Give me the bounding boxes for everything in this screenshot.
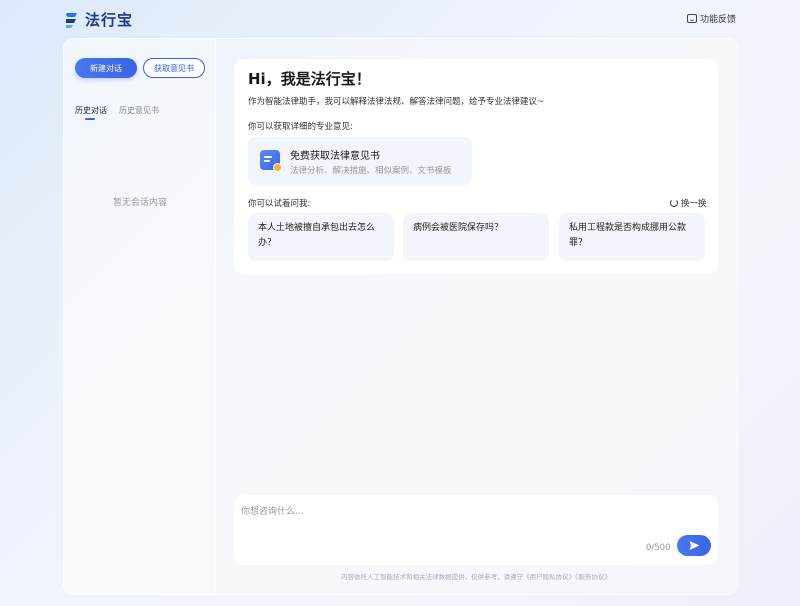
sidebar [64, 39, 216, 594]
welcome-title: Hi，我是法行宝！ [248, 70, 371, 88]
opinion-card-title: 免费获取法律意见书 [290, 151, 380, 162]
refresh-label: 换一换 [681, 199, 707, 209]
brand-name: 法行宝 [85, 11, 134, 29]
char-counter: 0/500 [646, 543, 671, 553]
opinion-prompt: 你可以获取详细的专业意见: [248, 122, 353, 132]
ask-prompt: 你可以试着问我: [248, 199, 311, 209]
send-button[interactable] [677, 535, 711, 556]
get-opinion-button[interactable]: 获取意见书 [143, 58, 205, 78]
send-icon [689, 541, 700, 550]
smile-chat-icon [686, 14, 697, 23]
empty-state-text: 暂无会话内容 [112, 198, 167, 208]
top-bar: 法行宝 功能反馈 [0, 0, 800, 38]
opinion-card-subtitle: 法律分析、解决措施、相似案例、文书模板 [290, 166, 452, 176]
suggested-question[interactable]: 本人土地被擅自承包出去怎么办？ [248, 213, 394, 261]
disclaimer-text: 内容依托人工智能技术和相关法律数据提供，仅供参考，请遵守《用户隐私协议》《服务协… [341, 573, 611, 581]
new-chat-button[interactable]: 新建对话 [75, 58, 137, 78]
refresh-icon [670, 199, 678, 207]
active-tab-indicator [85, 118, 95, 120]
suggested-question[interactable]: 病例会被医院保存吗？ [403, 213, 549, 261]
tab-history-opinions[interactable]: 历史意见书 [119, 105, 159, 116]
brand-logo[interactable]: 法行宝 [64, 9, 133, 30]
refresh-questions-button[interactable]: 换一换 [670, 197, 707, 209]
welcome-intro: 作为智能法律助手，我可以解释法律法规、解答法律问题，给予专业法律建议~ [248, 97, 545, 107]
suggested-question[interactable]: 私用工程款是否构成挪用公款罪？ [559, 213, 705, 261]
feedback-button[interactable]: 功能反馈 [686, 12, 736, 25]
tab-history-chats[interactable]: 历史对话 [75, 105, 107, 116]
logo-icon [64, 11, 82, 29]
question-input[interactable] [241, 502, 641, 522]
document-search-icon [260, 150, 282, 172]
feedback-label: 功能反馈 [699, 15, 736, 25]
